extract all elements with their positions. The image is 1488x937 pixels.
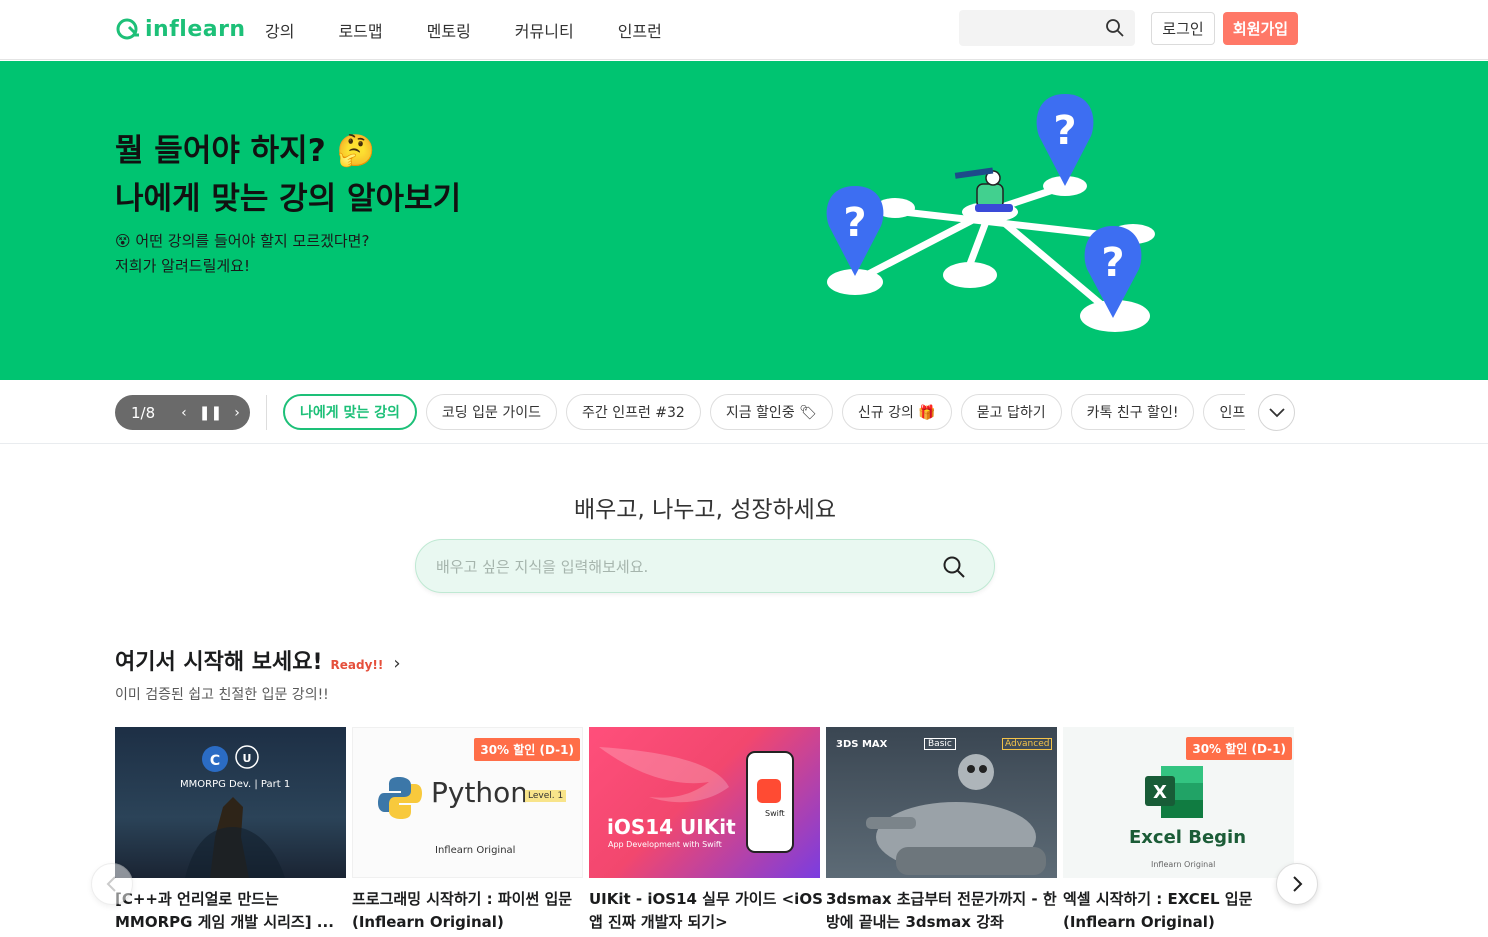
svg-text:U: U: [243, 752, 252, 765]
hero-title: 뭘 들어야 하지? 🤔 나에게 맞는 강의 알아보기: [115, 127, 461, 223]
top-header: inflearn 강의 로드맵 멘토링 커뮤니티 인프런 로그인 회원가입: [0, 0, 1488, 60]
nav-item-courses[interactable]: 강의: [265, 18, 294, 42]
course-thumbnail[interactable]: Python Level. 1 Inflearn Original 30% 할인…: [352, 727, 583, 878]
section-badge: Ready!!: [330, 658, 384, 672]
signup-button[interactable]: 회원가입: [1223, 12, 1298, 45]
main-nav: 강의 로드맵 멘토링 커뮤니티 인프런: [265, 0, 706, 60]
chip-inflearn[interactable]: 인프런은: [1203, 394, 1245, 430]
course-title[interactable]: UIKit - iOS14 실무 가이드 <iOS 앱 진짜 개발자 되기>: [589, 888, 825, 934]
nav-item-mentoring[interactable]: 멘토링: [427, 18, 471, 42]
thumb-label: iOS14 UIKit: [607, 815, 736, 839]
inflearn-logo[interactable]: inflearn: [115, 14, 246, 44]
course-card[interactable]: X Excel Begin Inflearn Original 30% 할인 (…: [1063, 727, 1294, 934]
hero-sub-line1: 😵 어떤 강의를 들어야 할지 모르겠다면?: [115, 232, 370, 250]
thumb-label: Excel Begin: [1129, 827, 1247, 848]
thumb-swift: Swift: [765, 809, 785, 818]
search-icon[interactable]: [942, 555, 966, 579]
search-heading: 배우고, 나누고, 성장하세요: [573, 497, 836, 523]
pager-count: 1/8: [131, 403, 156, 422]
thumb-sublabel: Inflearn Original: [435, 845, 516, 856]
nav-item-community[interactable]: 커뮤니티: [515, 18, 574, 42]
svg-text:X: X: [1153, 782, 1167, 803]
chip-coding-guide[interactable]: 코딩 입문 가이드: [425, 394, 557, 430]
python-logo-icon: [378, 777, 422, 819]
chip-kakao[interactable]: 카톡 친구 할인!: [1070, 394, 1195, 430]
course-title[interactable]: [C++과 언리얼로 만드는 MMORPG 게임 개발 시리즈] ...: [115, 888, 351, 934]
excel-logo-icon: X: [1145, 766, 1203, 818]
thumb-sublabel: Inflearn Original: [1151, 860, 1216, 869]
section-description: 이미 검증된 쉽고 친절한 입문 강의!!: [115, 687, 329, 703]
thumb-sublabel: App Development with Swift: [608, 840, 722, 849]
chip-recommended[interactable]: 나에게 맞는 강의: [283, 394, 417, 430]
carousel-next-button[interactable]: [1276, 863, 1318, 905]
chip-weekly[interactable]: 주간 인프런 #32: [565, 394, 701, 430]
thumb-advanced: Advanced: [1002, 738, 1053, 750]
chevron-down-icon[interactable]: [1258, 394, 1295, 431]
carousel-prev-button[interactable]: [91, 863, 133, 905]
svg-text:?: ?: [1053, 108, 1076, 154]
prev-icon[interactable]: ‹: [181, 405, 187, 421]
course-card-list: C U MMORPG Dev. | Part 1 [C++과 언리얼로 만드는 …: [115, 727, 1295, 937]
carousel-chip-list: 나에게 맞는 강의 코딩 입문 가이드 주간 인프런 #32 지금 할인중 🏷 신규 강…: [283, 394, 1245, 432]
svg-text:C: C: [210, 753, 220, 769]
chip-discount[interactable]: 지금 할인중 🏷: [709, 394, 833, 430]
divider: [266, 395, 267, 430]
chip-qna[interactable]: 묻고 답하기: [960, 394, 1062, 430]
hero-banner[interactable]: 뭘 들어야 하지? 🤔 나에게 맞는 강의 알아보기 😵 어떤 강의를 들어야 …: [0, 61, 1488, 380]
discount-badge: 30% 할인 (D-1): [1186, 737, 1292, 760]
logo-icon: [116, 18, 139, 40]
course-card[interactable]: Python Level. 1 Inflearn Original 30% 할인…: [352, 727, 583, 934]
pause-icon[interactable]: ❚❚: [199, 405, 222, 421]
chip-new[interactable]: 신규 강의 🎁: [841, 394, 952, 430]
course-thumbnail[interactable]: X Excel Begin Inflearn Original 30% 할인 (…: [1063, 727, 1294, 878]
chevron-right-icon[interactable]: ›: [393, 653, 400, 674]
section-title-text: 여기서 시작해 보세요!: [115, 650, 323, 675]
thumb-label: 3DS MAX: [836, 739, 888, 750]
thumb-label: MMORPG Dev. | Part 1: [180, 779, 291, 790]
course-thumbnail[interactable]: Swift iOS14 UIKit App Development with S…: [589, 727, 820, 878]
nav-item-roadmap[interactable]: 로드맵: [338, 18, 382, 42]
course-thumbnail[interactable]: C U MMORPG Dev. | Part 1: [115, 727, 346, 878]
course-title[interactable]: 엑셀 시작하기 : EXCEL 입문 (Inflearn Original): [1063, 888, 1295, 934]
main-search-box[interactable]: [415, 539, 995, 593]
chevron-right-icon: [1293, 876, 1303, 892]
hero-title-line1: 뭘 들어야 하지? 🤔: [115, 133, 376, 169]
course-title[interactable]: 프로그래밍 시작하기 : 파이썬 입문 (Inflearn Original): [352, 888, 588, 934]
hero-carousel-tabs: 1/8 ‹ ❚❚ › 나에게 맞는 강의 코딩 입문 가이드 주간 인프런 #32 지…: [0, 380, 1488, 444]
course-card[interactable]: 3DS MAX Basic Advanced 3dsmax 초급부터 전문가까지…: [826, 727, 1057, 934]
svg-text:?: ?: [843, 200, 866, 246]
course-card[interactable]: C U MMORPG Dev. | Part 1 [C++과 언리얼로 만드는 …: [115, 727, 346, 934]
thumb-basic: Basic: [924, 738, 956, 750]
carousel-pager: 1/8 ‹ ❚❚ ›: [115, 395, 250, 430]
hero-sub-line2: 저희가 알려드릴게요!: [115, 257, 250, 275]
chevron-left-icon: [106, 876, 116, 892]
hero-title-line2: 나에게 맞는 강의 알아보기: [115, 181, 462, 217]
thumb-level: Level. 1: [525, 790, 567, 802]
course-thumbnail[interactable]: 3DS MAX Basic Advanced: [826, 727, 1057, 878]
login-button[interactable]: 로그인: [1151, 12, 1215, 45]
logo-text: inflearn: [145, 16, 246, 42]
course-card[interactable]: Swift iOS14 UIKit App Development with S…: [589, 727, 823, 934]
next-icon[interactable]: ›: [234, 405, 240, 421]
hero-subtitle: 😵 어떤 강의를 들어야 할지 모르겠다면? 저희가 알려드릴게요!: [115, 229, 369, 279]
map-pins-illustration: ? ? ?: [826, 94, 1155, 332]
header-search-input[interactable]: [959, 10, 1135, 46]
svg-text:?: ?: [1101, 240, 1124, 286]
search-icon[interactable]: [1105, 18, 1125, 38]
main-search-input[interactable]: [436, 555, 936, 579]
section-title[interactable]: 여기서 시작해 보세요! Ready!! ›: [115, 644, 401, 676]
game-thumbnail-art: C U: [185, 745, 285, 878]
thumb-label: Python: [431, 776, 529, 809]
nav-item-inflearn[interactable]: 인프런: [618, 18, 662, 42]
discount-badge: 30% 할인 (D-1): [474, 738, 580, 761]
course-title[interactable]: 3dsmax 초급부터 전문가까지 - 한방에 끝내는 3dsmax 강좌: [826, 888, 1062, 934]
swift-bird-art: [599, 747, 794, 853]
